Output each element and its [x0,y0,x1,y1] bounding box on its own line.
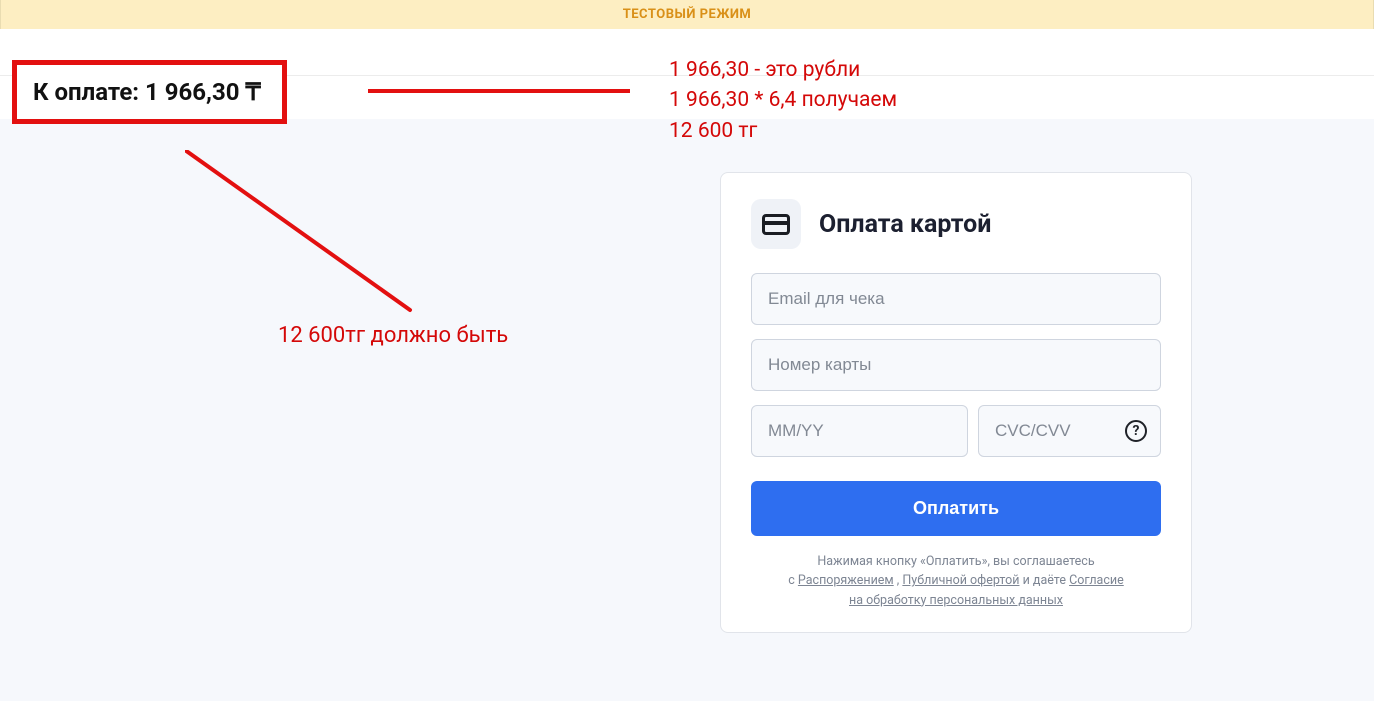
card-icon-bg [751,199,801,249]
card-payment-panel: Оплата картой ? Оплатить Нажимая кнопку … [720,172,1192,633]
consent-link-2[interactable]: на обработку персональных данных [849,593,1063,608]
calc-line-1: 1 966,30 - это рубли [669,55,897,85]
annotation-hline [368,89,630,93]
cvc-help-icon[interactable]: ? [1125,420,1147,442]
cvc-wrap: ? [978,405,1161,457]
legal-post2: и даёте [1019,573,1069,588]
consent-link-1[interactable]: Согласие [1069,573,1124,588]
legal-pre2: с [788,573,798,588]
pay-button[interactable]: Оплатить [751,481,1161,536]
offer-link[interactable]: Публичной офертой [902,573,1019,588]
order-link[interactable]: Распоряжением [798,573,894,588]
email-field[interactable] [751,273,1161,325]
card-number-field[interactable] [751,339,1161,391]
should-be-annotation: 12 600тг должно быть [278,323,508,348]
annotation-arrow [185,150,186,151]
calculation-annotation: 1 966,30 - это рубли 1 966,30 * 6,4 полу… [669,55,897,146]
card-title: Оплата картой [819,210,991,239]
legal-line1: Нажимая кнопку «Оплатить», вы соглашаете… [817,554,1094,569]
calc-line-2: 1 966,30 * 6,4 получаем [669,85,897,115]
amount-to-pay: К оплате: 1 966,30 ₸ [33,78,261,106]
expiry-field[interactable] [751,405,968,457]
calc-line-3: 12 600 тг [669,116,897,146]
legal-text: Нажимая кнопку «Оплатить», вы соглашаете… [751,552,1161,610]
card-icon [762,214,790,235]
amount-to-pay-box: К оплате: 1 966,30 ₸ [12,60,287,124]
card-header: Оплата картой [751,199,1161,249]
expiry-cvc-row: ? [751,405,1161,457]
test-mode-banner: ТЕСТОВЫЙ РЕЖИМ [0,0,1374,29]
